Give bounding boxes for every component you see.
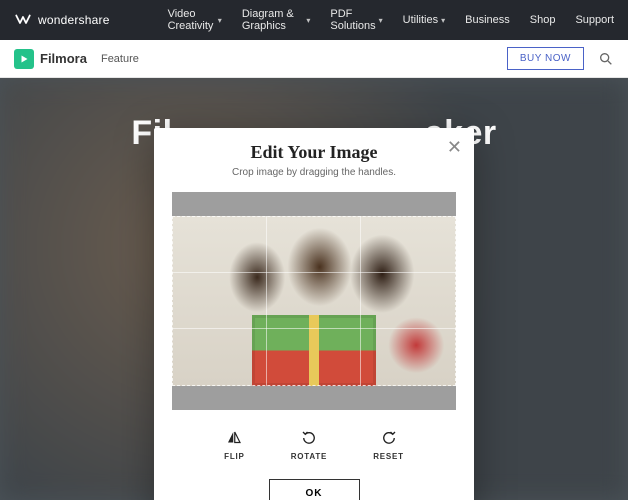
crop-image[interactable] [172,216,456,386]
rotate-button[interactable]: ROTATE [291,428,328,461]
buy-now-button[interactable]: BUY NOW [507,47,584,70]
rotate-label: ROTATE [291,452,328,461]
crop-stage[interactable] [172,192,456,410]
chevron-down-icon: ▾ [218,16,222,25]
edit-image-modal: ✕ Edit Your Image Crop image by dragging… [154,128,474,500]
nav-diagram-graphics[interactable]: Diagram & Graphics▾ [242,8,311,32]
flip-label: FLIP [224,452,245,461]
reset-icon [379,428,399,448]
chevron-down-icon: ▾ [306,16,310,25]
wondershare-icon [14,11,32,29]
nav-shop[interactable]: Shop [530,8,556,32]
modal-subtitle: Crop image by dragging the handles. [172,167,456,178]
flip-icon [224,428,244,448]
tool-row: FLIP ROTATE RESET [172,428,456,461]
reset-button[interactable]: RESET [373,428,404,461]
hero-section: Fil mora Meme M aker Instantly make awes… [0,78,628,500]
reset-label: RESET [373,452,404,461]
brand-logo[interactable]: wondershare [14,11,110,29]
rotate-icon [299,428,319,448]
chevron-down-icon: ▾ [441,16,445,25]
nav-utilities[interactable]: Utilities▾ [403,8,445,32]
nav-video-creativity[interactable]: Video Creativity▾ [168,8,222,32]
close-icon[interactable]: ✕ [447,138,462,156]
photo-gifts [252,315,377,386]
filmora-icon [14,49,34,69]
brand-name: wondershare [38,13,110,27]
top-nav: wondershare Video Creativity▾ Diagram & … [0,0,628,40]
flip-button[interactable]: FLIP [224,428,245,461]
sub-nav: Filmora Feature BUY NOW [0,40,628,78]
nav-pdf-solutions[interactable]: PDF Solutions▾ [330,8,382,32]
ok-button[interactable]: OK [269,479,360,500]
nav-support[interactable]: Support [575,8,614,32]
filmora-logo[interactable]: Filmora [14,49,87,69]
filmora-name: Filmora [40,51,87,66]
modal-overlay: ✕ Edit Your Image Crop image by dragging… [0,78,628,500]
chevron-down-icon: ▾ [379,16,383,25]
top-nav-links: Video Creativity▾ Diagram & Graphics▾ PD… [168,8,614,32]
modal-title: Edit Your Image [172,142,456,163]
search-icon[interactable] [598,51,614,67]
nav-business[interactable]: Business [465,8,510,32]
subnav-feature[interactable]: Feature [101,53,139,65]
